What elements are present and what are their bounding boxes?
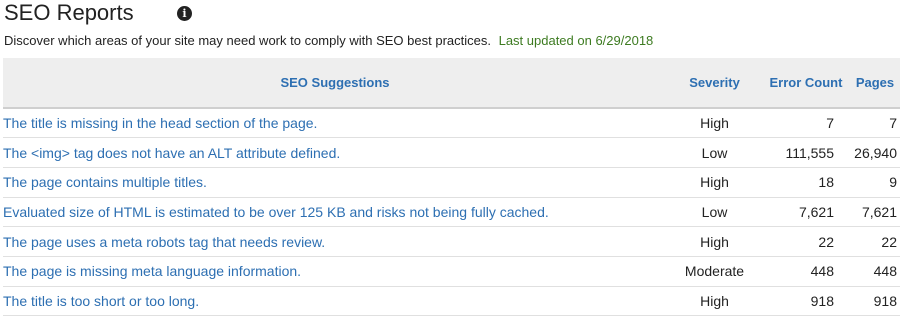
header-pages[interactable]: Pages bbox=[850, 58, 900, 109]
error-count-cell: 111,555 bbox=[785, 144, 834, 161]
suggestion-link[interactable]: The title is missing in the head section… bbox=[3, 115, 317, 131]
last-updated-text: Last updated on 6/29/2018 bbox=[498, 33, 654, 48]
error-count-cell: 448 bbox=[810, 263, 834, 280]
pages-cell: 918 bbox=[873, 292, 897, 309]
suggestion-cell: The page uses a meta robots tag that nee… bbox=[3, 227, 667, 257]
suggestion-link[interactable]: The page uses a meta robots tag that nee… bbox=[3, 234, 325, 250]
severity-cell: High bbox=[700, 292, 729, 309]
pages-cell: 22 bbox=[881, 233, 897, 250]
description-text: Discover which areas of your site may ne… bbox=[4, 33, 491, 48]
header-severity[interactable]: Severity bbox=[667, 58, 762, 109]
severity-cell: High bbox=[700, 115, 729, 132]
suggestion-cell: The <img> tag does not have an ALT attri… bbox=[3, 138, 667, 168]
suggestion-link[interactable]: The <img> tag does not have an ALT attri… bbox=[3, 145, 340, 161]
pages-cell: 448 bbox=[873, 263, 897, 280]
severity-cell: Low bbox=[701, 203, 728, 220]
table-body: The title is missing in the head section… bbox=[3, 108, 900, 316]
table-row: The page uses a meta robots tag that nee… bbox=[3, 227, 900, 257]
pages-cell: 7 bbox=[889, 115, 897, 132]
seo-suggestions-table: SEO Suggestions Severity Error Count Pag… bbox=[3, 58, 900, 316]
error-count-cell: 18 bbox=[818, 174, 834, 191]
suggestion-cell: The title is too short or too long. bbox=[3, 286, 667, 316]
error-count-cell: 22 bbox=[818, 233, 834, 250]
table-row: The title is missing in the head section… bbox=[3, 108, 900, 138]
suggestion-cell: The title is missing in the head section… bbox=[3, 108, 667, 138]
header-seo-suggestions[interactable]: SEO Suggestions bbox=[3, 58, 667, 109]
severity-cell: Low bbox=[701, 144, 728, 161]
pages-cell: 7,621 bbox=[861, 203, 897, 220]
error-count-cell: 7 bbox=[826, 115, 834, 132]
severity-cell: Moderate bbox=[684, 263, 745, 280]
page-description: Discover which areas of your site may ne… bbox=[4, 33, 653, 49]
suggestion-link[interactable]: The page is missing meta language inform… bbox=[3, 263, 301, 279]
table-row: The page is missing meta language inform… bbox=[3, 256, 900, 287]
pages-cell: 26,940 bbox=[854, 144, 897, 161]
suggestion-link[interactable]: The page contains multiple titles. bbox=[3, 174, 207, 190]
page-title: SEO Reports bbox=[4, 0, 134, 25]
error-count-cell: 918 bbox=[810, 292, 834, 309]
info-circle-icon[interactable]: i bbox=[177, 6, 192, 21]
suggestion-cell: The page is missing meta language inform… bbox=[3, 256, 667, 286]
pages-cell: 9 bbox=[889, 174, 897, 191]
table-header-row: SEO Suggestions Severity Error Count Pag… bbox=[3, 58, 900, 109]
table-row: The page contains multiple titles. High … bbox=[3, 167, 900, 198]
table-row: The title is too short or too long. High… bbox=[3, 286, 900, 316]
error-count-cell: 7,621 bbox=[798, 203, 834, 220]
suggestion-link[interactable]: The title is too short or too long. bbox=[3, 293, 199, 309]
suggestion-link[interactable]: Evaluated size of HTML is estimated to b… bbox=[3, 204, 549, 220]
suggestion-cell: Evaluated size of HTML is estimated to b… bbox=[3, 197, 667, 227]
table-row: Evaluated size of HTML is estimated to b… bbox=[3, 197, 900, 227]
header-error-count[interactable]: Error Count bbox=[762, 58, 850, 109]
table-row: The <img> tag does not have an ALT attri… bbox=[3, 138, 900, 168]
suggestion-cell: The page contains multiple titles. bbox=[3, 167, 667, 197]
severity-cell: High bbox=[700, 233, 729, 250]
severity-cell: High bbox=[700, 174, 729, 191]
